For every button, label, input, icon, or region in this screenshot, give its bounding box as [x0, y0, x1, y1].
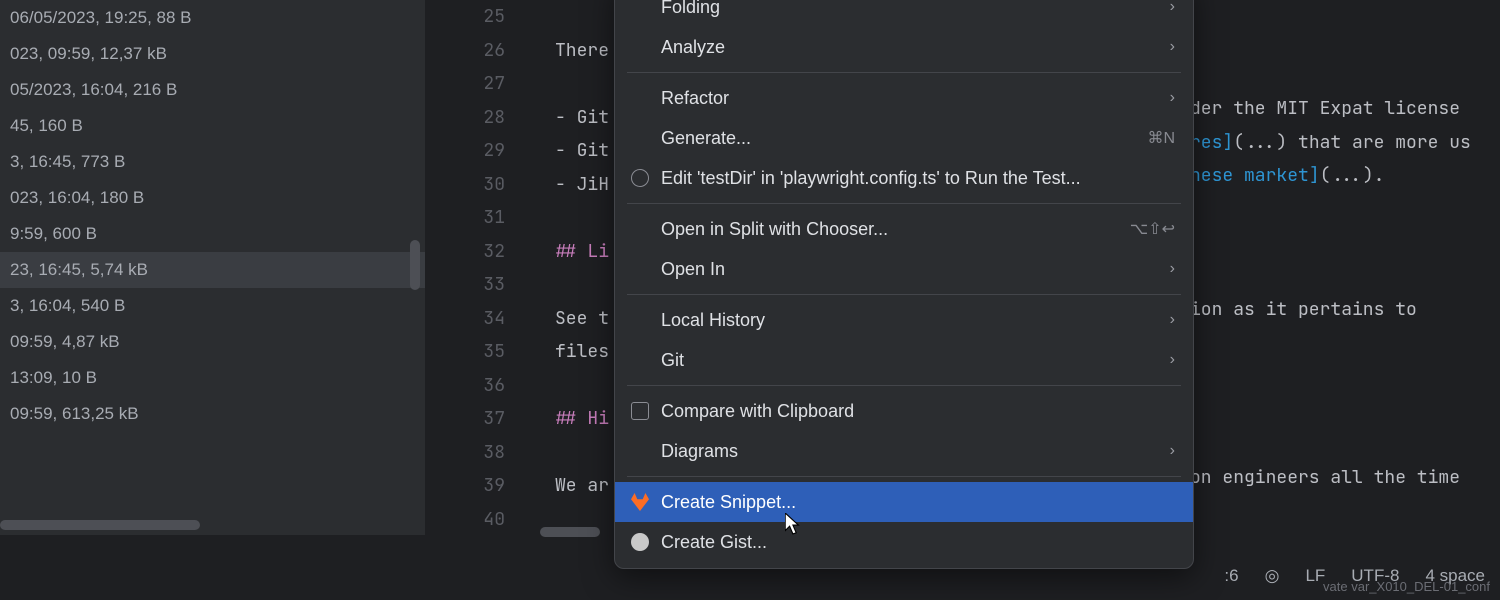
sidebar-scrollbar-vertical[interactable]: [410, 240, 420, 290]
shortcut-label: ⌥⇧↩: [1130, 219, 1175, 239]
file-item[interactable]: 09:59, 613,25 kB: [0, 396, 425, 432]
sidebar-scrollbar-horizontal[interactable]: [0, 520, 200, 530]
file-item[interactable]: 3, 16:45, 773 B: [0, 144, 425, 180]
chevron-right-icon: ›: [1170, 442, 1175, 460]
menu-separator: [627, 203, 1181, 204]
file-item[interactable]: 023, 16:04, 180 B: [0, 180, 425, 216]
menu-diagrams[interactable]: Diagrams ›: [615, 431, 1193, 471]
context-menu: Folding › Analyze › Refactor › Generate.…: [614, 0, 1194, 569]
status-notifications-icon[interactable]: ◎: [1265, 566, 1280, 586]
file-item[interactable]: 06/05/2023, 19:25, 88 B: [0, 0, 425, 36]
menu-git[interactable]: Git ›: [615, 340, 1193, 380]
file-item[interactable]: 09:59, 4,87 kB: [0, 324, 425, 360]
menu-separator: [627, 72, 1181, 73]
file-item[interactable]: 023, 09:59, 12,37 kB: [0, 36, 425, 72]
line-gutter: 25 26 27 28 29 30 31 32 33 34 35 36 37 3…: [425, 0, 535, 536]
menu-separator: [627, 294, 1181, 295]
gear-icon: [629, 167, 651, 189]
menu-analyze[interactable]: Analyze ›: [615, 27, 1193, 67]
menu-create-snippet[interactable]: Create Snippet...: [615, 482, 1193, 522]
editor-scrollbar-horizontal[interactable]: [540, 527, 600, 537]
menu-open-in[interactable]: Open In ›: [615, 249, 1193, 289]
shortcut-label: ⌘N: [1147, 128, 1175, 148]
menu-separator: [627, 476, 1181, 477]
menu-edit-testdir[interactable]: Edit 'testDir' in 'playwright.config.ts'…: [615, 158, 1193, 198]
compare-icon: [629, 400, 651, 422]
chevron-right-icon: ›: [1170, 89, 1175, 107]
file-item[interactable]: 05/2023, 16:04, 216 B: [0, 72, 425, 108]
chevron-right-icon: ›: [1170, 0, 1175, 16]
menu-separator: [627, 385, 1181, 386]
menu-folding[interactable]: Folding ›: [615, 0, 1193, 27]
status-fade-text: vate var_X010_DEL-01_conf: [1323, 579, 1490, 594]
file-item[interactable]: 13:09, 10 B: [0, 360, 425, 396]
status-position[interactable]: :6: [1224, 566, 1238, 586]
file-sidebar: 06/05/2023, 19:25, 88 B 023, 09:59, 12,3…: [0, 0, 425, 535]
right-editor-pane[interactable]: der the MIT Expat license res](...) that…: [1190, 92, 1500, 494]
file-item-selected[interactable]: 23, 16:45, 5,74 kB: [0, 252, 425, 288]
chevron-right-icon: ›: [1170, 260, 1175, 278]
file-item[interactable]: 3, 16:04, 540 B: [0, 288, 425, 324]
file-item[interactable]: 45, 160 B: [0, 108, 425, 144]
gitlab-icon: [629, 491, 651, 513]
menu-generate[interactable]: Generate... ⌘N: [615, 118, 1193, 158]
github-icon: [629, 531, 651, 553]
chevron-right-icon: ›: [1170, 311, 1175, 329]
chevron-right-icon: ›: [1170, 38, 1175, 56]
file-list: 06/05/2023, 19:25, 88 B 023, 09:59, 12,3…: [0, 0, 425, 432]
file-item[interactable]: 9:59, 600 B: [0, 216, 425, 252]
menu-create-gist[interactable]: Create Gist...: [615, 522, 1193, 562]
menu-local-history[interactable]: Local History ›: [615, 300, 1193, 340]
menu-open-split-chooser[interactable]: Open in Split with Chooser... ⌥⇧↩: [615, 209, 1193, 249]
menu-compare-clipboard[interactable]: Compare with Clipboard: [615, 391, 1193, 431]
menu-refactor[interactable]: Refactor ›: [615, 78, 1193, 118]
chevron-right-icon: ›: [1170, 351, 1175, 369]
